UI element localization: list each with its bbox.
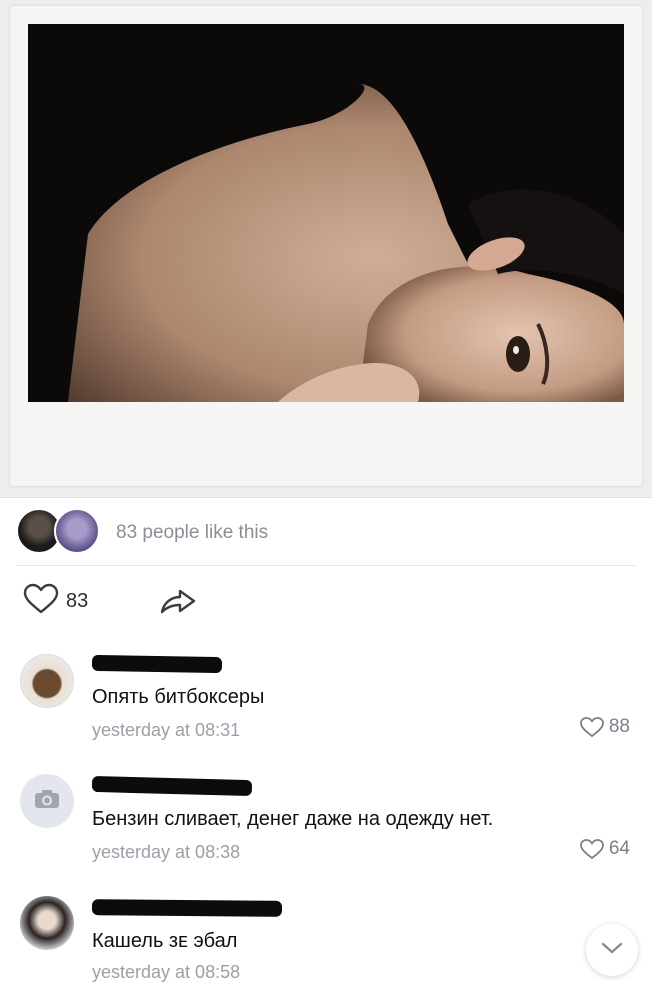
photo-illustration — [28, 24, 624, 402]
share-button[interactable] — [158, 586, 198, 618]
instant-photo-print — [10, 6, 642, 486]
camera-icon — [33, 788, 61, 815]
chevron-down-icon — [601, 941, 623, 960]
likers-strip[interactable]: 83 people like this — [16, 508, 636, 556]
share-arrow-icon — [158, 589, 198, 622]
comment-like-button[interactable]: 88 — [579, 716, 630, 738]
comment-timestamp: yesterday at 08:31 — [92, 720, 241, 740]
like-count: 83 — [66, 589, 89, 612]
comment-like-button[interactable]: 64 — [579, 838, 630, 860]
heart-outline-icon — [579, 839, 604, 860]
comment-text: Опять битбоксеры — [92, 686, 265, 708]
liker-avatar[interactable] — [54, 508, 100, 554]
post-photo-frame[interactable] — [0, 0, 652, 498]
post-actions: 83 — [22, 583, 322, 620]
comment-like-count: 64 — [608, 838, 630, 859]
heart-outline-icon — [579, 717, 604, 738]
comment-text: Бензин сливает, денег даже на одежду нет… — [92, 808, 494, 830]
comment-text: Кашель зᴇ эбал — [92, 930, 238, 952]
comment-timestamp: yesterday at 08:58 — [92, 962, 241, 982]
heart-outline-icon — [22, 583, 60, 620]
redacted-author-name — [91, 654, 223, 674]
commenter-avatar[interactable] — [20, 896, 74, 950]
comment-timestamp: yesterday at 08:38 — [92, 842, 241, 862]
redacted-author-name — [91, 899, 283, 917]
like-button[interactable]: 83 — [22, 583, 89, 620]
likes-summary[interactable]: 83 people like this — [116, 522, 268, 544]
scroll-down-button[interactable] — [586, 924, 638, 976]
redacted-author-name — [91, 775, 253, 797]
divider — [16, 565, 636, 566]
comment-like-count: 88 — [608, 716, 630, 737]
post-photo[interactable] — [28, 24, 624, 402]
commenter-avatar[interactable] — [20, 654, 74, 708]
commenter-avatar[interactable] — [20, 774, 74, 828]
